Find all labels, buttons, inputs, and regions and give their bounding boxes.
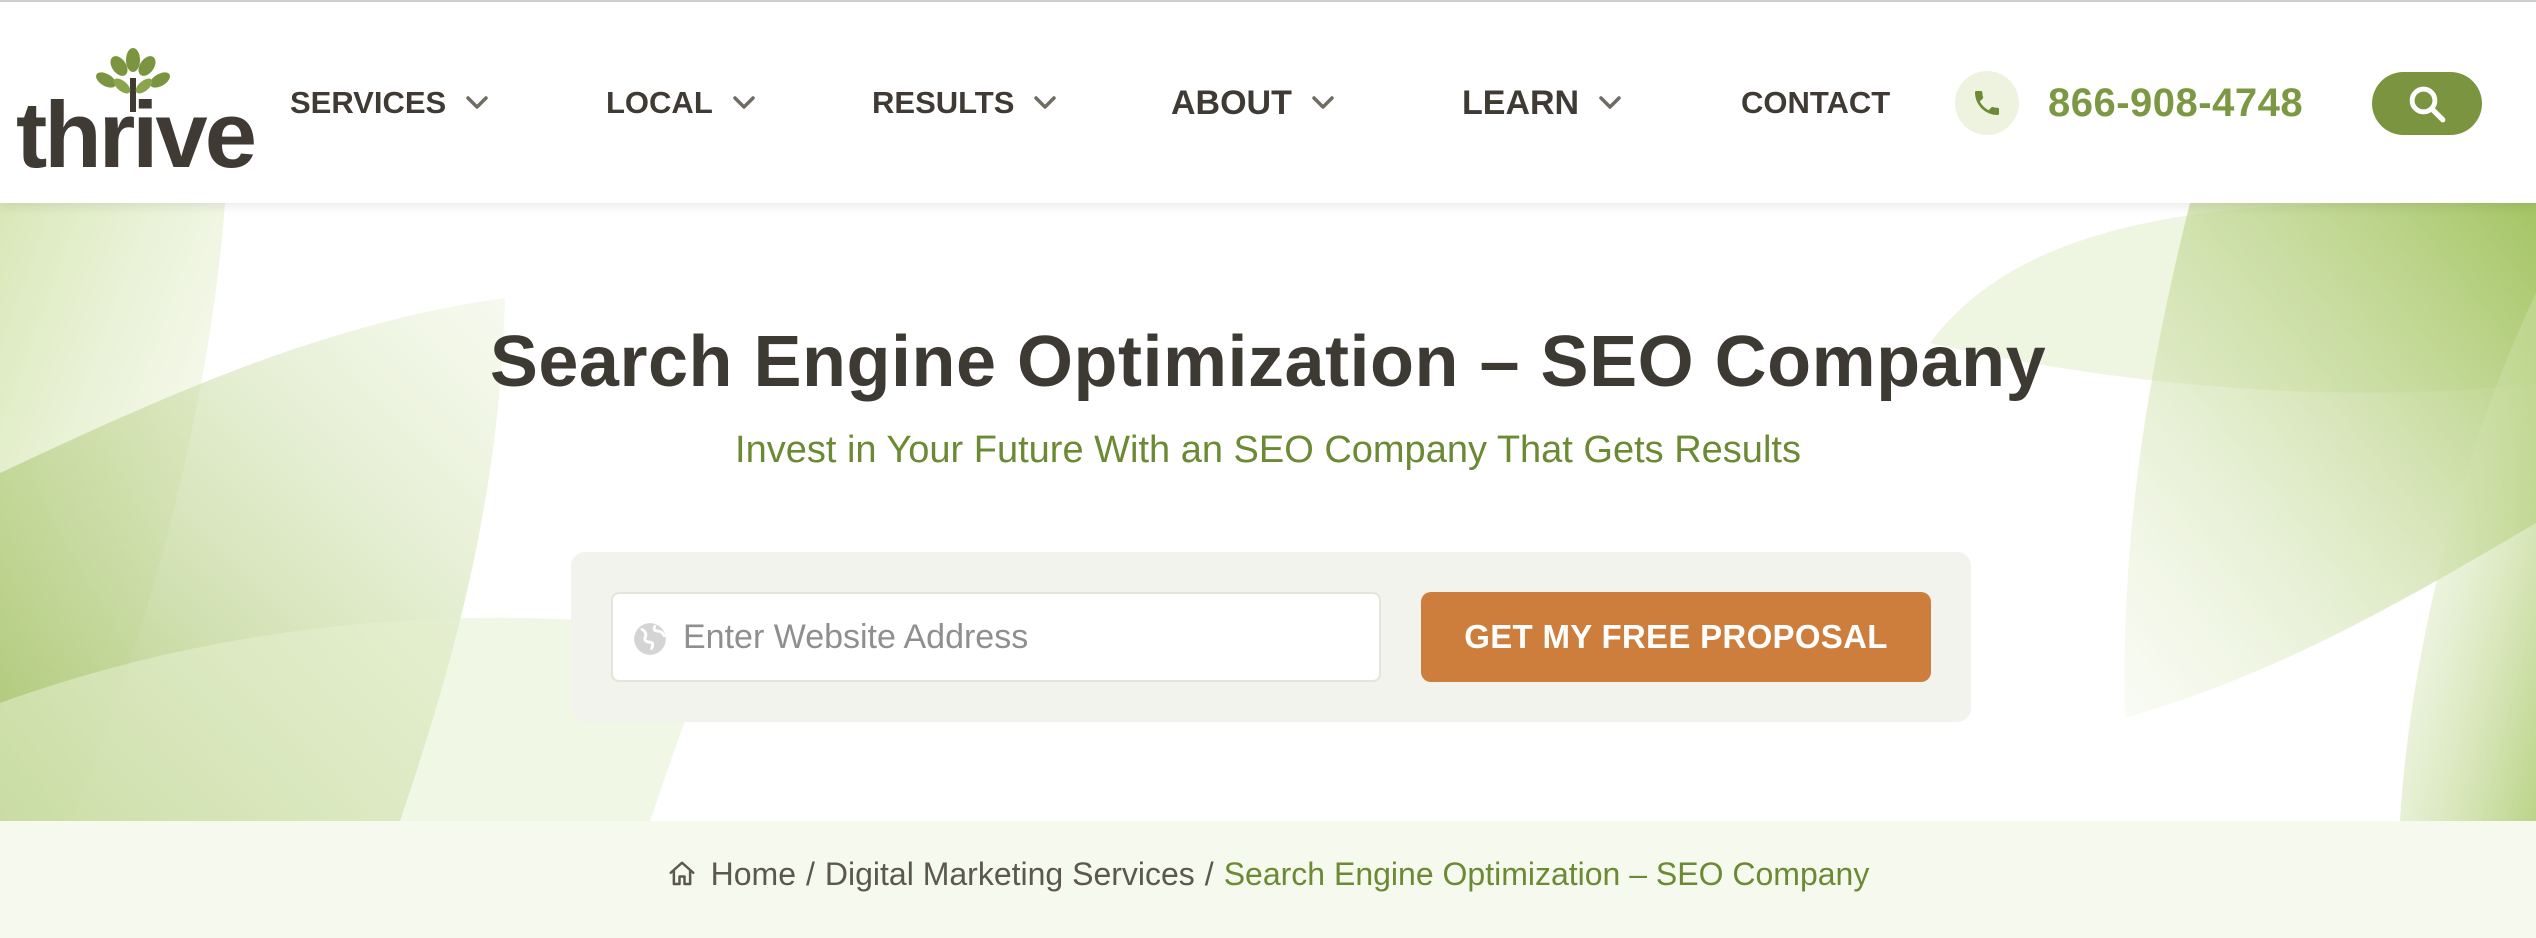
website-input-wrapper [611,592,1381,682]
nav-about-label: ABOUT [1171,83,1292,122]
breadcrumb: Home / Digital Marketing Services / Sear… [0,849,2536,899]
nav-contact[interactable]: CONTACT [1741,78,1890,128]
website-address-input[interactable] [683,594,1363,680]
page-subtitle: Invest in Your Future With an SEO Compan… [735,429,1801,471]
breadcrumb-separator: / [806,855,815,892]
nav-contact-label: CONTACT [1741,85,1891,120]
breadcrumb-bar: Home / Digital Marketing Services / Sear… [0,821,2536,938]
nav-results-label: RESULTS [872,85,1015,120]
chevron-down-icon [1599,96,1621,109]
thrive-logo[interactable]: thrive [16,48,257,182]
chevron-down-icon [733,96,755,109]
breadcrumb-current: Search Engine Optimization – SEO Company [1223,855,1870,892]
hero-section: Search Engine Optimization – SEO Company… [0,203,2536,821]
nav-local[interactable]: LOCAL [606,78,755,128]
nav-services-label: SERVICES [290,85,447,120]
logo-wordmark: thrive [16,82,257,187]
nav-learn-label: LEARN [1462,83,1580,122]
chevron-down-icon [1312,96,1334,109]
breadcrumb-home[interactable]: Home [711,856,796,893]
phone-icon [1975,91,1999,115]
breadcrumb-digital-marketing-services[interactable]: Digital Marketing Services [825,856,1195,893]
nav-about[interactable]: ABOUT [1171,78,1334,128]
breadcrumb-separator: / [1204,855,1214,892]
hero-leaf-background [0,203,2536,821]
chevron-down-icon [1034,96,1057,109]
phone-number-link[interactable]: 866-908-4748 [2048,78,2303,128]
nav-results[interactable]: RESULTS [872,78,1057,128]
site-header: thrive SERVICES LOCAL RESULTS ABOUT LEAR… [0,0,2536,203]
proposal-form: GET MY FREE PROPOSAL [571,552,1971,722]
search-button[interactable] [2372,72,2482,135]
globe-icon [634,623,666,655]
phone-icon-button[interactable] [1955,71,2019,135]
home-icon[interactable] [667,859,697,889]
nav-local-label: LOCAL [606,85,713,120]
get-free-proposal-button[interactable]: GET MY FREE PROPOSAL [1421,592,1931,682]
chevron-down-icon [466,96,488,109]
page-title: Search Engine Optimization – SEO Company [489,322,2047,402]
nav-learn[interactable]: LEARN [1462,78,1621,128]
search-icon [2409,86,2446,122]
page: thrive SERVICES LOCAL RESULTS ABOUT LEAR… [0,0,2536,938]
nav-services[interactable]: SERVICES [290,78,488,128]
